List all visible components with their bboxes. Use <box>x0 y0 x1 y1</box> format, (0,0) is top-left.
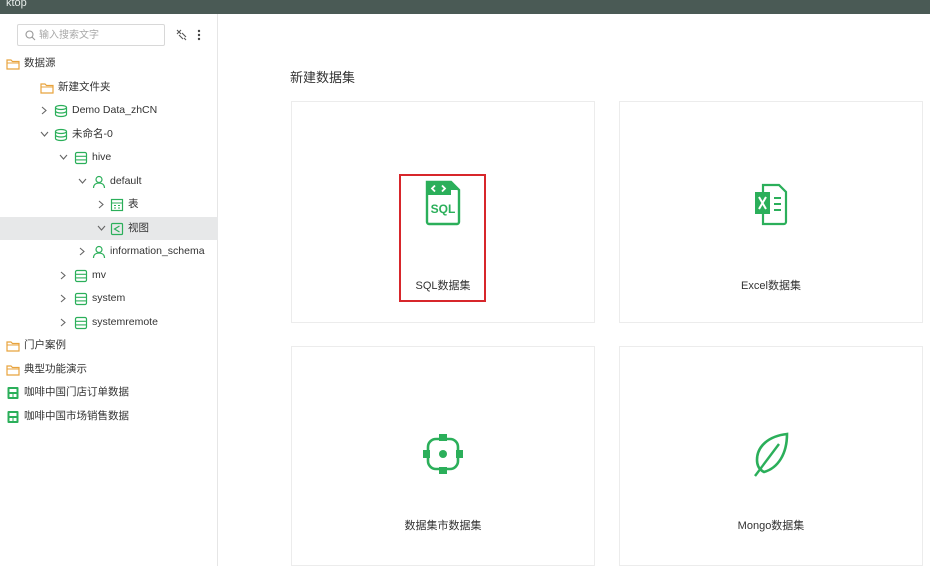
tree-node-datasource-root[interactable]: 数据源 <box>0 52 218 76</box>
mongo-leaf-icon <box>749 430 793 481</box>
catalog-icon <box>74 269 88 283</box>
dataset-file-icon <box>6 410 20 424</box>
search-input[interactable] <box>39 27 159 43</box>
mongo-dataset-card[interactable]: Mongo数据集 <box>619 346 923 566</box>
tree-node-label: 门户案例 <box>24 339 66 351</box>
tree-node-mv[interactable]: mv <box>0 264 218 288</box>
chevron-right-icon[interactable] <box>97 193 107 217</box>
tree-node-views[interactable]: 视图 <box>0 216 218 241</box>
view-icon <box>110 222 124 236</box>
excel-dataset-card[interactable]: Excel数据集 <box>619 101 923 323</box>
table-icon <box>110 198 124 212</box>
tree-node-portal-case[interactable]: 门户案例 <box>0 334 218 358</box>
mongo-dataset-label: Mongo数据集 <box>737 520 805 532</box>
folder-icon <box>6 339 20 353</box>
sidebar: 数据源 新建文件夹 Demo Data_zhCN <box>0 14 218 566</box>
tree-node-label: default <box>110 174 142 187</box>
tree-node-demo-data[interactable]: Demo Data_zhCN <box>0 99 218 123</box>
schema-user-icon <box>92 175 106 189</box>
datasource-tree: 数据源 新建文件夹 Demo Data_zhCN 未命名-0 hive defa… <box>0 52 218 428</box>
more-button[interactable] <box>192 27 206 43</box>
tree-node-label: information_schema <box>110 245 205 257</box>
chevron-right-icon[interactable] <box>59 287 69 311</box>
tree-node-label: 咖啡中国门店订单数据 <box>24 386 129 398</box>
window-title-bar: ktop <box>0 0 930 14</box>
chevron-down-icon[interactable] <box>40 123 50 147</box>
chevron-right-icon[interactable] <box>40 99 50 123</box>
chevron-down-icon[interactable] <box>78 170 88 194</box>
page-title: 新建数据集 <box>290 70 356 85</box>
tree-node-label: 未命名-0 <box>72 127 113 140</box>
tree-node-label: hive <box>92 151 112 163</box>
tree-node-label: mv <box>92 268 106 281</box>
tree-node-label: 新建文件夹 <box>58 80 111 93</box>
tree-node-unnamed[interactable]: 未命名-0 <box>0 123 218 147</box>
chevron-down-icon[interactable] <box>59 146 69 170</box>
tree-node-coffee-market-sales[interactable]: 咖啡中国市场销售数据 <box>0 405 218 429</box>
tree-node-systemremote[interactable]: systemremote <box>0 311 218 335</box>
folder-icon <box>40 81 54 95</box>
pin-button[interactable] <box>174 27 188 43</box>
search-box[interactable] <box>17 24 165 46</box>
datamart-dataset-label: 数据集市数据集 <box>404 520 482 532</box>
search-row <box>17 24 213 46</box>
chevron-right-icon[interactable] <box>59 311 69 335</box>
dataset-file-icon <box>6 386 20 400</box>
excel-file-icon <box>751 182 791 229</box>
excel-dataset-label: Excel数据集 <box>741 280 801 292</box>
folder-icon <box>6 363 20 377</box>
tree-node-label: 表 <box>128 198 139 210</box>
database-icon <box>54 104 68 118</box>
tree-node-label: system <box>92 292 126 304</box>
search-icon <box>25 30 36 41</box>
tree-node-coffee-store-orders[interactable]: 咖啡中国门店订单数据 <box>0 381 218 405</box>
tree-node-tables[interactable]: 表 <box>0 193 218 217</box>
tree-node-label: systemremote <box>92 315 158 328</box>
catalog-icon <box>74 316 88 330</box>
tree-node-label: 视图 <box>128 221 149 234</box>
tree-node-hive[interactable]: hive <box>0 146 218 170</box>
datamart-icon <box>419 430 467 481</box>
schema-user-icon <box>92 245 106 259</box>
catalog-icon <box>74 292 88 306</box>
tree-node-information-schema[interactable]: information_schema <box>0 240 218 264</box>
tree-node-label: 咖啡中国市场销售数据 <box>24 409 129 422</box>
chevron-down-icon[interactable] <box>97 217 107 241</box>
tree-node-default-schema[interactable]: default <box>0 170 218 194</box>
window-title: ktop <box>6 0 27 9</box>
tree-node-system[interactable]: system <box>0 287 218 311</box>
tree-node-label: 典型功能演示 <box>24 362 87 375</box>
database-icon <box>54 128 68 142</box>
datamart-dataset-card[interactable]: 数据集市数据集 <box>291 346 595 566</box>
chevron-right-icon[interactable] <box>78 240 88 264</box>
pin-icon <box>176 29 187 41</box>
chevron-right-icon[interactable] <box>59 264 69 288</box>
tree-node-label: 数据源 <box>24 57 56 69</box>
more-vertical-icon <box>197 29 201 41</box>
tree-node-new-folder[interactable]: 新建文件夹 <box>0 76 218 100</box>
catalog-icon <box>74 151 88 165</box>
selection-highlight-box <box>399 174 486 302</box>
tree-node-typical-demo[interactable]: 典型功能演示 <box>0 358 218 382</box>
main-panel: 新建数据集 SQL SQL数据集 Excel数据集 数据集市数据集 Mongo数… <box>218 14 930 566</box>
folder-icon <box>6 57 20 71</box>
tree-node-label: Demo Data_zhCN <box>72 104 158 116</box>
